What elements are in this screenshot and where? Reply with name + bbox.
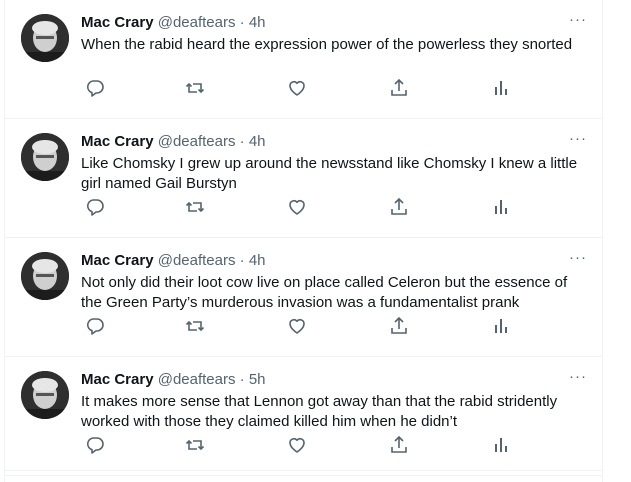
analytics-icon[interactable] xyxy=(491,197,511,217)
author-handle[interactable]: @deaftears xyxy=(158,371,236,388)
author-handle[interactable]: @deaftears xyxy=(158,252,236,269)
retweet-icon[interactable] xyxy=(185,435,205,455)
analytics-icon[interactable] xyxy=(491,435,511,455)
tweet-text: Like Chomsky I grew up around the newsst… xyxy=(81,155,578,192)
like-icon[interactable] xyxy=(287,435,307,455)
author-name[interactable]: Mac Crary xyxy=(81,14,154,31)
author-handle[interactable]: @deaftears xyxy=(158,133,236,150)
author-name[interactable]: Mac Crary xyxy=(81,371,154,388)
timestamp[interactable]: 5h xyxy=(249,371,266,388)
separator-dot: · xyxy=(239,14,245,31)
reply-icon[interactable] xyxy=(85,316,105,336)
tweet-text: Not only did their loot cow live on plac… xyxy=(81,274,568,311)
separator-dot: · xyxy=(239,133,245,150)
tweet[interactable]: Mac Crary @deaftears · 4h ··· Not only d… xyxy=(5,238,603,357)
tweet-actions xyxy=(81,435,507,455)
author-handle[interactable]: @deaftears xyxy=(158,14,236,31)
share-icon[interactable] xyxy=(389,197,409,217)
tweet[interactable]: Mac Crary @deaftears · 4h ··· Like Choms… xyxy=(5,119,603,238)
timestamp[interactable]: 4h xyxy=(249,252,266,269)
like-icon[interactable] xyxy=(287,78,307,98)
like-icon[interactable] xyxy=(287,197,307,217)
tweet-text: It makes more sense that Lennon got away… xyxy=(81,393,558,430)
analytics-icon[interactable] xyxy=(491,78,511,98)
avatar[interactable] xyxy=(21,371,69,419)
tweet[interactable]: Mac Crary @deaftears · 5h ··· It makes m… xyxy=(5,357,603,476)
avatar[interactable] xyxy=(21,14,69,62)
more-options-icon[interactable]: ··· xyxy=(569,12,587,28)
timestamp[interactable]: 4h xyxy=(249,14,266,31)
tweet-actions xyxy=(81,316,507,336)
retweet-icon[interactable] xyxy=(185,197,205,217)
tweet[interactable]: Mac Crary @deaftears · 4h ··· When the r… xyxy=(5,0,603,119)
reply-icon[interactable] xyxy=(85,435,105,455)
timestamp[interactable]: 4h xyxy=(249,133,266,150)
share-icon[interactable] xyxy=(389,78,409,98)
author-name[interactable]: Mac Crary xyxy=(81,133,154,150)
tweet-text: When the rabid heard the expression powe… xyxy=(81,36,573,53)
retweet-icon[interactable] xyxy=(185,316,205,336)
avatar[interactable] xyxy=(21,133,69,181)
more-options-icon[interactable]: ··· xyxy=(569,369,587,385)
timeline: Mac Crary @deaftears · 4h ··· When the r… xyxy=(4,0,603,482)
separator-dot: · xyxy=(239,252,245,269)
tweet-header: Mac Crary @deaftears · 4h xyxy=(81,251,266,271)
share-icon[interactable] xyxy=(389,316,409,336)
tweet-actions xyxy=(81,197,507,217)
tweet-actions xyxy=(81,78,507,98)
like-icon[interactable] xyxy=(287,316,307,336)
tweet-header: Mac Crary @deaftears · 5h xyxy=(81,370,266,390)
reply-icon[interactable] xyxy=(85,197,105,217)
reply-icon[interactable] xyxy=(85,78,105,98)
author-name[interactable]: Mac Crary xyxy=(81,252,154,269)
retweet-icon[interactable] xyxy=(185,78,205,98)
next-tweet-partial xyxy=(5,470,603,482)
separator-dot: · xyxy=(239,371,245,388)
share-icon[interactable] xyxy=(389,435,409,455)
more-options-icon[interactable]: ··· xyxy=(569,131,587,147)
avatar[interactable] xyxy=(21,252,69,300)
more-options-icon[interactable]: ··· xyxy=(569,250,587,266)
tweet-header: Mac Crary @deaftears · 4h xyxy=(81,132,266,152)
tweet-header: Mac Crary @deaftears · 4h xyxy=(81,13,266,33)
analytics-icon[interactable] xyxy=(491,316,511,336)
